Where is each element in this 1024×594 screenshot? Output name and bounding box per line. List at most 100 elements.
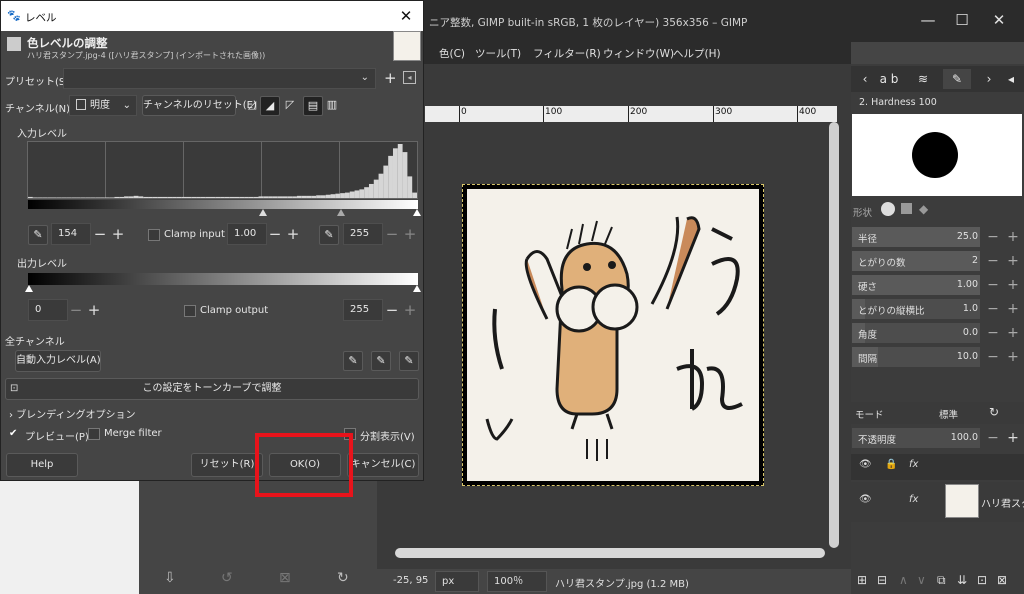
delete-icon[interactable]: ⊠ xyxy=(279,570,291,586)
brush-preview[interactable] xyxy=(852,114,1022,196)
output-low-plus[interactable]: + xyxy=(86,301,102,319)
input-high-field[interactable]: 255 xyxy=(343,223,383,245)
auto-levels-button[interactable]: 自動入力レベル(A) xyxy=(15,350,101,372)
input-low-handle[interactable] xyxy=(259,209,267,216)
help-button[interactable]: Help xyxy=(6,453,78,477)
close-icon[interactable]: ✕ xyxy=(395,6,417,26)
param-value[interactable]: 2 xyxy=(972,255,978,266)
undo-icon[interactable]: ↺ xyxy=(221,570,233,586)
minimize-button[interactable]: — xyxy=(913,10,943,30)
menu-tools[interactable]: ツール(T) xyxy=(475,46,521,61)
param-value[interactable]: 25.0 xyxy=(957,231,978,242)
linear-histogram-icon[interactable]: ◿ xyxy=(242,96,262,116)
gamma-field[interactable]: 1.00 xyxy=(227,223,267,245)
clamp-input-checkbox[interactable] xyxy=(148,229,160,241)
input-low-minus[interactable]: − xyxy=(92,225,108,243)
menu-colors[interactable]: 色(C) xyxy=(439,46,465,61)
unit-select[interactable]: px xyxy=(435,571,479,592)
output-gradient[interactable] xyxy=(28,273,418,285)
preset-menu-icon[interactable]: ◂ xyxy=(403,71,416,84)
mask-icon[interactable]: ⊡ xyxy=(977,573,987,587)
black-picker-all-icon[interactable]: ✎ xyxy=(343,351,363,371)
edit-as-curves-button[interactable]: ⊡ この設定をトーンカーブで調整 xyxy=(5,378,419,400)
log-histogram-icon[interactable]: ◢ xyxy=(260,96,280,116)
menu-help[interactable]: ヘルプ(H) xyxy=(673,46,721,61)
merge-layer-icon[interactable]: ⇊ xyxy=(957,573,967,587)
param-plus[interactable]: + xyxy=(1004,252,1022,270)
output-high-handle[interactable] xyxy=(413,285,421,292)
raise-layer-icon[interactable]: ∧ xyxy=(899,573,908,587)
layer-fx-icon[interactable]: fx xyxy=(909,494,918,505)
input-low-field[interactable]: 154 xyxy=(51,223,91,245)
close-window-button[interactable]: ✕ xyxy=(984,10,1014,30)
merge-filter-checkbox[interactable] xyxy=(88,428,100,440)
output-low-minus[interactable]: − xyxy=(68,301,84,319)
blending-options-expander[interactable]: › ブレンディングオプション xyxy=(9,406,136,421)
horizontal-ruler[interactable]: 0 100 200 300 400 xyxy=(425,106,837,122)
vertical-scrollbar[interactable] xyxy=(829,122,839,548)
opacity-row[interactable]: 不透明度 100.0 − + xyxy=(852,428,1024,448)
input-high-minus[interactable]: − xyxy=(384,225,400,243)
param-minus[interactable]: − xyxy=(984,276,1002,294)
new-group-icon[interactable]: ⊟ xyxy=(877,573,887,587)
param-row[interactable]: 角度 0.0− + xyxy=(852,323,1024,343)
menu-filters[interactable]: フィルター(R) xyxy=(533,46,601,61)
param-value[interactable]: 10.0 xyxy=(957,351,978,362)
horizontal-scrollbar[interactable] xyxy=(395,548,825,558)
output-high-field[interactable]: 255 xyxy=(343,299,383,321)
tool-options-icon[interactable]: ⇩ xyxy=(164,570,176,586)
param-minus[interactable]: − xyxy=(984,228,1002,246)
white-point-picker-icon[interactable]: ✎ xyxy=(319,225,339,245)
preview-checkbox[interactable]: ✔ xyxy=(9,428,17,439)
output-low-field[interactable]: 0 xyxy=(28,299,68,321)
output-low-handle[interactable] xyxy=(25,285,33,292)
param-plus[interactable]: + xyxy=(1004,324,1022,342)
mode-switch-icon[interactable]: ↻ xyxy=(989,405,999,419)
cancel-button[interactable]: キャンセル(C) xyxy=(347,453,419,477)
delete-layer-icon[interactable]: ⊠ xyxy=(997,573,1007,587)
mode-select[interactable]: 標準 xyxy=(939,407,958,421)
tab-brush-icon[interactable]: ✎ xyxy=(943,69,971,89)
param-minus[interactable]: − xyxy=(984,348,1002,366)
white-picker-all-icon[interactable]: ✎ xyxy=(399,351,419,371)
param-minus[interactable]: − xyxy=(984,300,1002,318)
param-row[interactable]: 間隔 10.0− + xyxy=(852,347,1024,367)
param-value[interactable]: 0.0 xyxy=(963,327,978,338)
zoom-select[interactable]: 100％ xyxy=(487,571,547,592)
add-preset-icon[interactable]: + xyxy=(384,69,397,87)
circle-shape-button[interactable] xyxy=(881,202,895,216)
preset-combo[interactable]: ⌄ xyxy=(63,68,376,89)
output-high-plus[interactable]: + xyxy=(402,301,418,319)
input-high-plus[interactable]: + xyxy=(402,225,418,243)
reset-button[interactable]: リセット(R) xyxy=(191,453,263,477)
histogram-view-icon[interactable]: ▤ xyxy=(303,96,323,116)
tab-menu-icon[interactable]: ◂ xyxy=(997,69,1024,89)
black-point-picker-icon[interactable]: ✎ xyxy=(28,225,48,245)
param-value[interactable]: 1.00 xyxy=(957,279,978,290)
param-value[interactable]: 1.0 xyxy=(963,303,978,314)
param-plus[interactable]: + xyxy=(1004,300,1022,318)
maximize-button[interactable]: ☐ xyxy=(947,10,977,30)
param-plus[interactable]: + xyxy=(1004,348,1022,366)
reset-channel-button[interactable]: チャンネルのリセット(E) xyxy=(142,95,257,116)
input-low-plus[interactable]: + xyxy=(110,225,126,243)
param-row[interactable]: 硬さ 1.00− + xyxy=(852,275,1024,295)
param-plus[interactable]: + xyxy=(1004,276,1022,294)
diamond-shape-button[interactable]: ◆ xyxy=(919,202,928,216)
layer-visibility-icon[interactable]: 👁 xyxy=(859,494,872,505)
param-row[interactable]: 半径 25.0− + xyxy=(852,227,1024,247)
layer-row[interactable]: 👁 fx ハリ君スタ xyxy=(851,482,1024,522)
param-row[interactable]: とがりの縦横比 1.0− + xyxy=(852,299,1024,319)
tab-layers-stack-icon[interactable]: ≋ xyxy=(909,69,937,89)
tab-text-icon[interactable]: a b xyxy=(875,69,903,89)
gray-picker-all-icon[interactable]: ✎ xyxy=(371,351,391,371)
clamp-output-checkbox[interactable] xyxy=(184,305,196,317)
param-row[interactable]: とがりの数 2− + xyxy=(852,251,1024,271)
param-minus[interactable]: − xyxy=(984,252,1002,270)
input-high-handle[interactable] xyxy=(413,209,421,216)
gamma-handle[interactable] xyxy=(337,209,345,216)
menu-windows[interactable]: ウィンドウ(W) xyxy=(603,46,674,61)
param-plus[interactable]: + xyxy=(1004,228,1022,246)
layer-name[interactable]: ハリ君スタ xyxy=(981,495,1024,510)
gamma-plus[interactable]: + xyxy=(285,225,301,243)
